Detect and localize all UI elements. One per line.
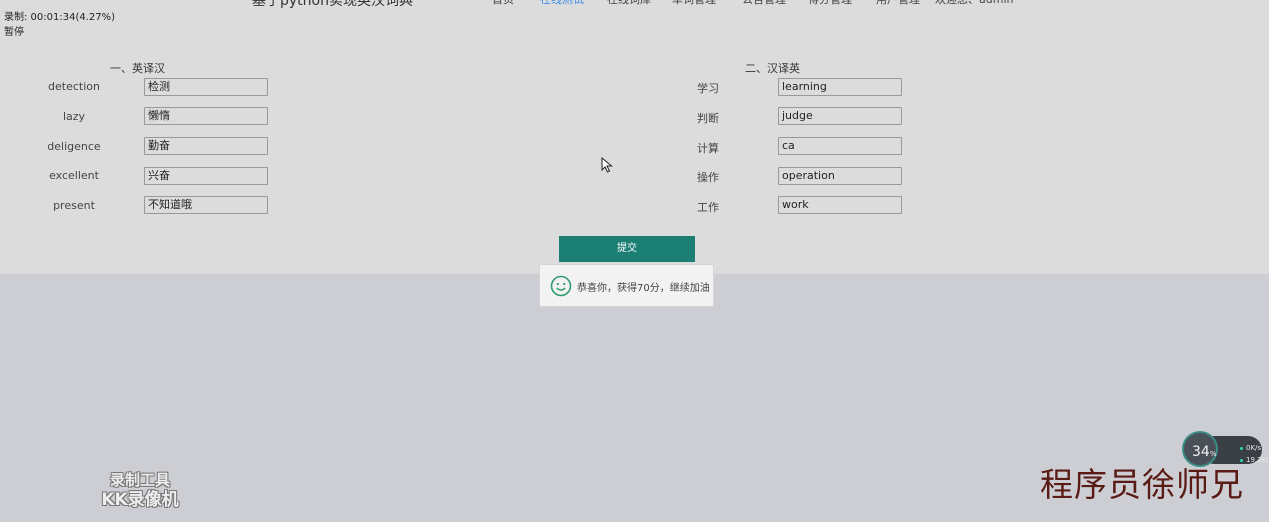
nav-home[interactable]: 首页 [492, 0, 514, 9]
upload-speed: 0K/s [1240, 444, 1261, 452]
question-word: present [53, 199, 95, 212]
recorder-brand-watermark: 录制工具 KK录像机 [90, 470, 190, 510]
nav-word-management[interactable]: 单词管理 [672, 0, 716, 9]
answer-input[interactable]: 不知道哦 [144, 196, 268, 214]
nav-online-test[interactable]: 在线测试 [540, 0, 584, 9]
nav-user-management[interactable]: 用户管理 [876, 0, 920, 9]
question-word: 判断 [697, 112, 719, 125]
question-word: 操作 [697, 171, 719, 184]
answer-input[interactable]: 懒惰 [144, 107, 268, 125]
answer-input[interactable]: work [778, 196, 902, 214]
question-word: lazy [62, 110, 86, 123]
question-word: excellent [49, 169, 99, 182]
nav-notice-management[interactable]: 公告管理 [742, 0, 786, 9]
question-word: 学习 [697, 82, 719, 95]
recording-state-text: 暂停 [4, 27, 24, 38]
cpu-usage-unit: % [1209, 450, 1217, 458]
recorder-brand-line2: KK录像机 [101, 490, 179, 510]
site-title: 基于python实现英汉词典 [252, 0, 413, 9]
smiley-icon [550, 275, 572, 297]
answer-input[interactable]: 勤奋 [144, 137, 268, 155]
recorder-brand-line1: 录制工具 [109, 471, 170, 489]
score-result-toast: 恭喜你，获得70分，继续加油 [539, 264, 714, 307]
nav-online-lexicon[interactable]: 在线词库 [607, 0, 651, 9]
answer-input[interactable]: operation [778, 167, 902, 185]
answer-input[interactable]: judge [778, 107, 902, 125]
author-watermark: 程序员徐师兄 [1040, 465, 1244, 504]
answer-input[interactable]: ca [778, 137, 902, 155]
mouse-cursor-icon [601, 157, 613, 173]
answer-input[interactable]: 检测 [144, 78, 268, 96]
nav-welcome-user[interactable]: 欢迎您、admin [935, 0, 1013, 9]
question-word: detection [48, 80, 100, 93]
submit-button[interactable]: 提交 [559, 236, 695, 262]
download-speed: 19.2K/s [1240, 456, 1269, 464]
answer-input[interactable]: learning [778, 78, 902, 96]
recording-status-overlay: 录制: 00:01:34(4.27%) 暂停 [4, 10, 115, 40]
nav-score-management[interactable]: 得分管理 [808, 0, 852, 9]
answer-input[interactable]: 兴奋 [144, 167, 268, 185]
question-word: 计算 [697, 142, 719, 155]
question-word: 工作 [697, 201, 719, 214]
section-title-cn-to-en: 二、汉译英 [745, 62, 800, 75]
score-result-message: 恭喜你，获得70分，继续加油 [577, 283, 710, 294]
recording-time-text: 录制: 00:01:34(4.27%) [4, 12, 116, 23]
section-title-en-to-cn: 一、英译汉 [110, 62, 165, 75]
question-word: deligence [47, 140, 101, 153]
